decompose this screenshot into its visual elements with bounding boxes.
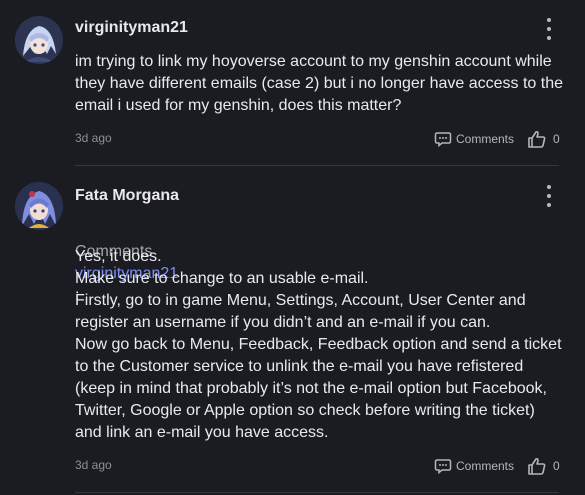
avatar[interactable] (15, 182, 63, 230)
more-vertical-icon (547, 185, 551, 189)
more-vertical-icon (547, 18, 551, 22)
thumbs-up-icon (528, 457, 546, 475)
avatar[interactable] (15, 16, 63, 64)
thumbs-up-icon (528, 130, 546, 148)
like-button[interactable]: 0 (527, 456, 560, 476)
like-button[interactable]: 0 (527, 129, 560, 149)
like-count: 0 (553, 459, 560, 473)
comments-label: Comments (456, 132, 515, 146)
comment-item: virginityman21 im trying to link my hoyo… (0, 0, 585, 166)
comments-button[interactable]: Comments (434, 456, 514, 476)
comment-author[interactable]: Fata Morgana (75, 187, 179, 205)
comment-text: Yes, it does. Make sure to change to an … (75, 248, 562, 441)
comment-meta: 3d ago Comments 0 (75, 129, 565, 149)
timestamp: 3d ago (75, 458, 112, 472)
comment-text: im trying to link my hoyoverse account t… (75, 53, 563, 114)
more-options-button[interactable] (540, 18, 558, 40)
comments-label: Comments (456, 459, 515, 473)
comment-author[interactable]: virginityman21 (75, 19, 188, 37)
comment-bubble-icon (434, 132, 452, 148)
comment-bubble-icon (434, 459, 452, 475)
more-options-button[interactable] (540, 185, 558, 207)
timestamp: 3d ago (75, 131, 112, 145)
comment-meta: 3d ago Comments 0 (75, 456, 565, 476)
comment-item: Fata Morgana Comments virginityman21 : Y… (0, 166, 585, 495)
comments-button[interactable]: Comments (434, 129, 514, 149)
like-count: 0 (553, 132, 560, 146)
divider (75, 492, 559, 493)
